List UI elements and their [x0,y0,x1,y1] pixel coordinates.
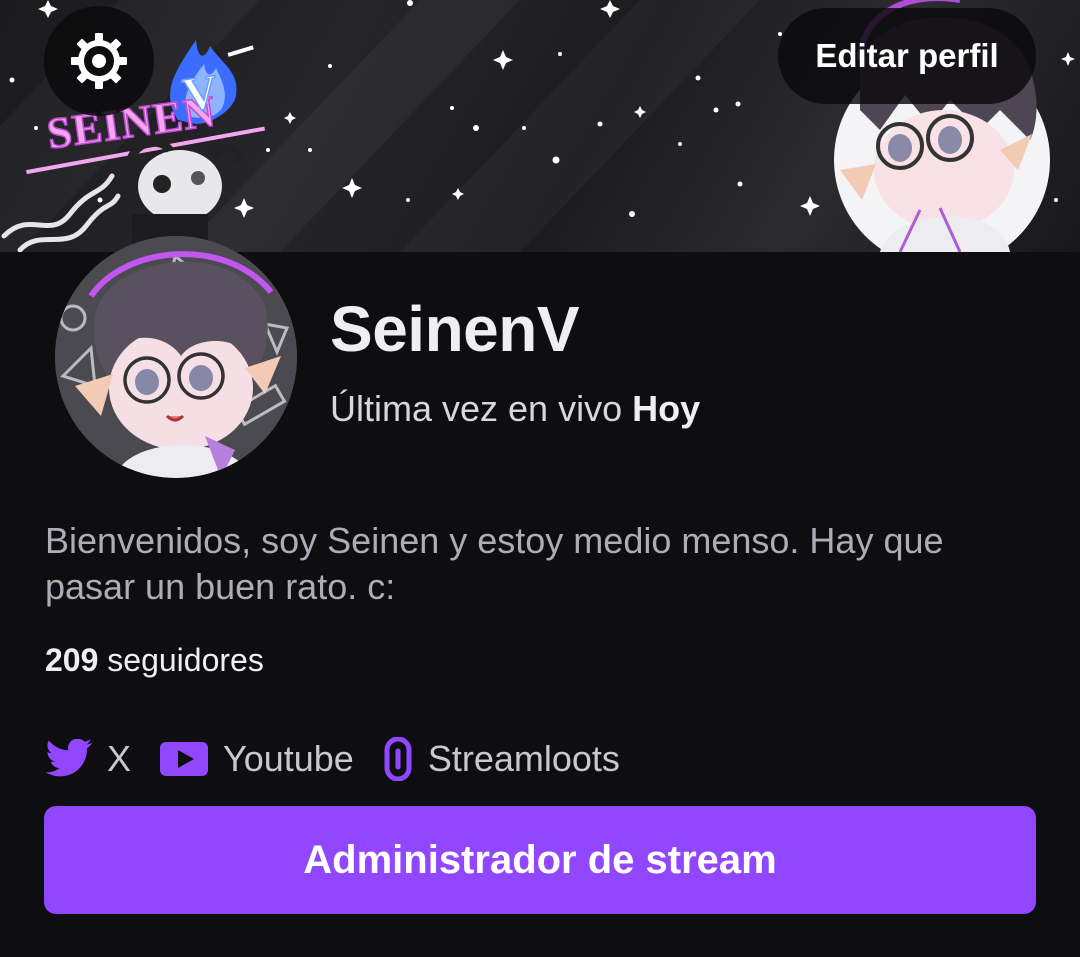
settings-button[interactable] [44,6,154,116]
gear-icon [71,33,127,89]
edit-profile-button[interactable]: Editar perfil [778,8,1036,104]
followers-label: seguidores [107,642,264,678]
profile-banner: SEINEN V Editar perfil [0,0,1080,252]
avatar-image [55,236,297,478]
social-link-streamloots-label: Streamloots [427,738,620,779]
last-live-status: Última vez en vivo Hoy [330,388,700,430]
twitter-bird-icon [45,739,93,779]
profile-bio: Bienvenidos, soy Seinen y estoy medio me… [45,520,944,607]
followers-number: 209 [45,642,99,678]
followers-count[interactable]: 209 seguidores [45,642,264,679]
last-live-prefix: Última vez en vivo [330,388,623,429]
stream-manager-button[interactable]: Administrador de stream [44,806,1036,914]
social-link-youtube-label: Youtube [223,738,354,779]
youtube-icon [159,740,209,778]
social-link-x-label: X [107,738,132,779]
social-link-streamloots[interactable]: Streamloots [382,737,620,781]
last-live-value: Hoy [632,388,701,429]
avatar[interactable] [55,236,297,478]
username: SeinenV [330,293,580,365]
social-links: X Youtube Streamloots [45,728,648,790]
social-link-x[interactable]: X [45,738,131,780]
social-link-youtube[interactable]: Youtube [159,738,354,780]
link-icon [382,737,414,781]
